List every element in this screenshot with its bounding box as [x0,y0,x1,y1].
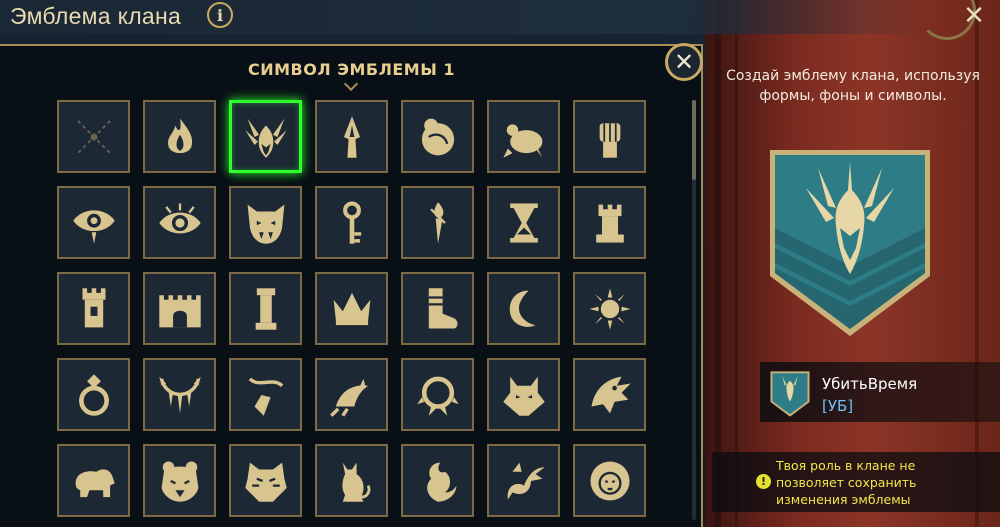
spearhead-icon [343,115,360,158]
symbol-cell[interactable] [401,272,474,345]
symbol-cell[interactable] [487,358,560,431]
castle-gate-icon [158,294,201,327]
flame-icon [167,118,192,153]
hint-text: Создай эмблему клана, используя формы, ф… [726,68,980,104]
pillar-icon [255,287,276,330]
phoenix-icon [426,462,456,502]
raised-fist-icon [599,122,620,158]
claw-icon [329,378,368,417]
symbol-cell[interactable] [487,100,560,173]
bear-icon [75,468,115,497]
symbol-cell[interactable] [315,272,388,345]
clan-tag: [УБ] [822,397,854,415]
crescent-moon-icon [509,290,535,327]
key-icon [342,200,361,244]
modal-title: СИМВОЛ ЭМБЛЕМЫ 1 [248,60,455,79]
symbol-cell[interactable] [315,100,388,173]
symbol-cell[interactable] [573,272,646,345]
symbol-cell[interactable] [229,186,302,259]
symbol-cell[interactable] [229,100,302,173]
symbol-cell[interactable] [573,186,646,259]
tower-icon [82,287,105,327]
fist-rose-icon [421,118,454,155]
close-window-button[interactable]: ✕ [960,2,988,30]
symbol-cell[interactable] [487,444,560,517]
page-title: Эмблема клана [10,3,182,29]
bear-head-icon [161,460,198,502]
symbol-cell[interactable] [401,186,474,259]
modal-close-button[interactable]: ✕ [665,43,703,81]
clan-emblem-mini [770,371,810,417]
scrollbar-thumb[interactable] [692,100,696,180]
tiger-head-icon [244,462,287,502]
serpent-dragon-icon [507,462,545,499]
lion-head-icon [589,460,630,501]
symbol-cell[interactable] [229,358,302,431]
warning-text: Твоя роль в клане не позволяет сохранить… [776,458,917,507]
symbol-cell[interactable] [315,358,388,431]
tooth-necklace-icon [158,376,201,413]
symbol-cell[interactable] [57,100,130,173]
symbol-cell[interactable] [57,272,130,345]
wolf-head-icon [502,376,545,416]
symbol-cell[interactable] [401,100,474,173]
rook-icon [595,204,624,243]
winged-helm-icon [244,118,287,158]
emblem-preview [770,150,930,336]
symbol-cell[interactable] [57,186,130,259]
symbol-cell[interactable] [229,272,302,345]
none-icon [76,119,111,154]
symbol-cell[interactable] [487,186,560,259]
symbol-cell[interactable] [229,444,302,517]
diamond-ring-icon [78,373,109,416]
weeping-eye-icon [72,209,115,244]
symbol-cell[interactable] [57,444,130,517]
spiked-collar-icon [416,376,459,416]
clan-name: УбитьВремя [822,375,918,393]
symbol-cell[interactable] [573,358,646,431]
fanged-mask-icon [247,204,284,244]
info-button[interactable]: i [207,2,233,28]
hourglass-icon [509,202,538,243]
symbol-cell[interactable] [143,186,216,259]
roast-bird-icon [502,123,542,158]
torch-icon [429,201,446,244]
symbol-cell[interactable] [143,272,216,345]
symbol-cell[interactable] [143,358,216,431]
symbol-cell[interactable] [573,444,646,517]
cat-icon [341,462,370,502]
symbol-cell[interactable] [573,100,646,173]
symbol-cell[interactable] [143,100,216,173]
dragon-head-icon [591,376,631,413]
symbol-cell[interactable] [315,186,388,259]
boot-icon [428,287,458,329]
eye-icon [158,202,201,233]
symbol-cell[interactable] [315,444,388,517]
symbol-cell[interactable] [143,444,216,517]
symbol-cell[interactable] [401,444,474,517]
warning-icon: ! [756,474,771,489]
sun-icon [588,287,631,330]
symbol-cell[interactable] [401,358,474,431]
symbol-cell[interactable] [487,272,560,345]
crown-icon [333,292,370,325]
amulet-icon [248,377,283,416]
symbol-cell[interactable] [57,358,130,431]
